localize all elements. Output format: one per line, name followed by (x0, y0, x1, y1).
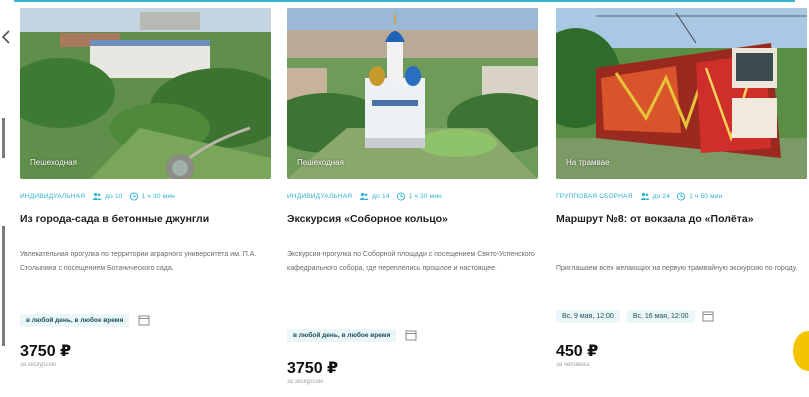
duration: 1 ч 30 мин (141, 192, 175, 200)
price: 3750 ₽ (287, 360, 339, 377)
tour-format-label: На трамвае (566, 158, 610, 167)
calendar-icon[interactable] (702, 310, 714, 322)
calendar-icon[interactable] (138, 314, 150, 326)
price-unit: за человека (556, 362, 590, 368)
tour-cards: Пешеходная индивидуальная до 10 1 ч 30 м… (14, 0, 809, 397)
duration: 1 ч 50 мин (689, 192, 723, 200)
tour-type: групповая сборная (556, 192, 633, 200)
tour-card[interactable]: Пешеходная индивидуальная до 14 1 ч 30 м… (287, 8, 538, 397)
when-chip[interactable]: в любой день, в любое время (20, 313, 130, 327)
tour-type: индивидуальная (287, 192, 353, 200)
schedule: Вс, 9 мая, 12:00 Вс, 16 мая, 12:00 (556, 309, 714, 323)
tour-meta: индивидуальная до 10 1 ч 30 мин (20, 189, 175, 203)
when-chip[interactable]: в любой день, в любое время (287, 328, 397, 342)
tour-description: Увлекательная прогулка по территории агр… (20, 251, 257, 272)
schedule: в любой день, в любое время (20, 313, 150, 327)
tour-title[interactable]: Маршрут №8: от вокзала до «Полёта» (556, 212, 804, 227)
tour-title[interactable]: Из города-сада в бетонные джунгли (20, 212, 268, 227)
chevron-left-icon (2, 30, 10, 44)
date-chip[interactable]: Вс, 16 мая, 12:00 (626, 309, 695, 323)
price-unit: за экскурсию (20, 362, 57, 368)
tour-meta: индивидуальная до 14 1 ч 30 мин (287, 189, 442, 203)
photo-park-campus (20, 8, 271, 179)
divider (2, 118, 5, 158)
calendar-icon[interactable] (405, 329, 417, 341)
tour-title[interactable]: Экскурсия «Соборное кольцо» (287, 212, 535, 227)
date-chip[interactable]: Вс, 9 мая, 12:00 (556, 309, 620, 323)
people-icon (640, 192, 650, 200)
group-size: до 24 (652, 192, 671, 200)
tour-meta: групповая сборная до 24 1 ч 50 мин (556, 189, 722, 203)
price-unit: за экскурсию (287, 379, 324, 385)
price: 450 ₽ (556, 343, 599, 360)
clock-icon (396, 191, 405, 201)
photo-cathedral (287, 8, 538, 179)
price: 3750 ₽ (20, 343, 72, 360)
tour-description: Приглашаем всех желающих на первую трамв… (556, 265, 798, 272)
tour-format-label: Пешеходная (297, 158, 344, 167)
group-size: до 14 (372, 192, 390, 200)
clock-icon (129, 191, 138, 201)
tour-card[interactable]: На трамвае групповая сборная до 24 1 ч 5… (556, 8, 807, 397)
divider (2, 226, 5, 346)
tour-photo[interactable]: Пешеходная (287, 8, 538, 179)
people-icon (92, 192, 102, 200)
tour-card[interactable]: Пешеходная индивидуальная до 10 1 ч 30 м… (20, 8, 271, 397)
group-size: до 10 (105, 192, 123, 200)
previous-arrow[interactable] (0, 0, 12, 397)
tour-photo[interactable]: На трамвае (556, 8, 807, 179)
tour-description: Экскурсия-прогулка по Соборной площади с… (287, 251, 535, 272)
clock-icon (677, 191, 686, 201)
people-icon (359, 192, 369, 200)
schedule: в любой день, в любое время (287, 328, 417, 342)
photo-tram (556, 8, 807, 179)
duration: 1 ч 30 мин (408, 192, 442, 200)
tour-type: индивидуальная (20, 192, 86, 200)
divider (14, 0, 795, 2)
tour-photo[interactable]: Пешеходная (20, 8, 271, 179)
tour-format-label: Пешеходная (30, 158, 77, 167)
